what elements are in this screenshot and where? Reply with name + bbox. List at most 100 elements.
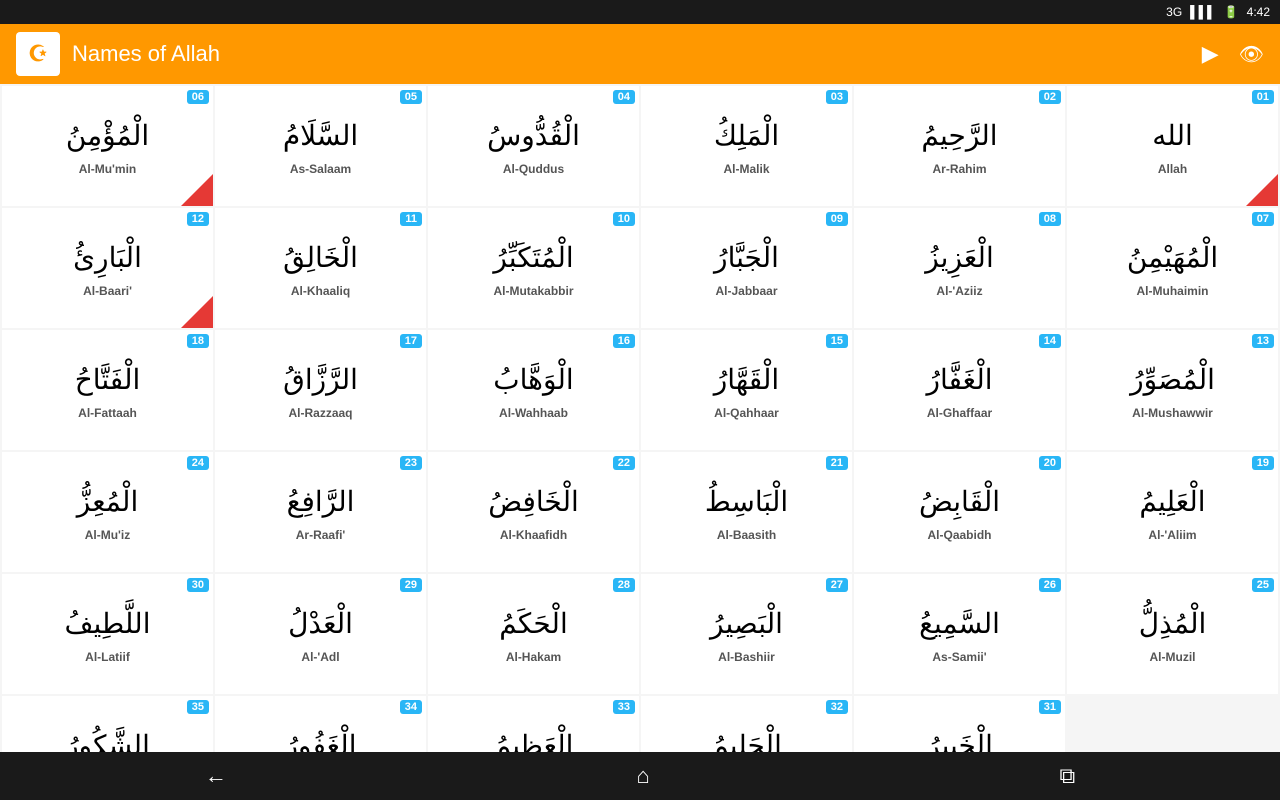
- arabic-text-1: الله: [1152, 118, 1193, 154]
- arabic-text-22: الْخَافِضُ: [488, 484, 579, 520]
- transliteration-19: Al-'Aliim: [1148, 528, 1196, 542]
- transliteration-9: Al-Jabbaar: [715, 284, 777, 298]
- transliteration-20: Al-Qaabidh: [927, 528, 991, 542]
- name-card-6[interactable]: 06الْمُؤْمِنُAl-Mu'min: [2, 86, 213, 206]
- transliteration-16: Al-Wahhaab: [499, 406, 568, 420]
- transliteration-18: Al-Fattaah: [78, 406, 137, 420]
- arabic-text-34: الْغَفُورُ: [285, 728, 357, 752]
- arabic-text-9: الْجَبَّارُ: [714, 240, 779, 276]
- card-number-23: 23: [400, 456, 422, 470]
- name-card-1[interactable]: 01اللهAllah: [1067, 86, 1278, 206]
- name-card-2[interactable]: 02 الرَّحِيمُ Ar-Rahim: [854, 86, 1065, 206]
- name-card-32[interactable]: 32الْحَلِيمُAl-Haliim: [641, 696, 852, 752]
- arabic-text-10: الْمُتَكَبِّرُ: [493, 240, 573, 276]
- arabic-text-32: الْحَلِيمُ: [711, 728, 782, 752]
- name-card-19[interactable]: 19الْعَلِيمُAl-'Aliim: [1067, 452, 1278, 572]
- transliteration-24: Al-Mu'iz: [85, 528, 131, 542]
- name-card-7[interactable]: 07الْمُهَيْمِنُAl-Muhaimin: [1067, 208, 1278, 328]
- app-bar: ☪ Names of Allah ▶ 👁: [0, 24, 1280, 84]
- name-card-20[interactable]: 20الْقَابِضُAl-Qaabidh: [854, 452, 1065, 572]
- arabic-text-11: الْخَالِقُ: [283, 240, 358, 276]
- name-card-12[interactable]: 12الْبَارِئُAl-Baari': [2, 208, 213, 328]
- name-card-9[interactable]: 09 الْجَبَّارُ Al-Jabbaar: [641, 208, 852, 328]
- play-button[interactable]: ▶: [1202, 41, 1219, 67]
- name-card-22[interactable]: 22الْخَافِضُAl-Khaafidh: [428, 452, 639, 572]
- card-number-14: 14: [1039, 334, 1061, 348]
- name-card-4[interactable]: 04الْقُدُّوسُAl-Quddus: [428, 86, 639, 206]
- transliteration-10: Al-Mutakabbir: [493, 284, 573, 298]
- name-card-18[interactable]: 18الْفَتَّاحُAl-Fattaah: [2, 330, 213, 450]
- bottom-nav-bar: ← ⌂ ⧉: [0, 752, 1280, 800]
- card-number-6: 06: [187, 90, 209, 104]
- arabic-text-8: الْعَزِيزُ: [925, 240, 994, 276]
- arabic-text-20: الْقَابِضُ: [919, 484, 1000, 520]
- name-card-35[interactable]: 35الشَّكُورُAsh-Shakuur: [2, 696, 213, 752]
- name-card-29[interactable]: 29الْعَدْلُAl-'Adl: [215, 574, 426, 694]
- status-bar: 3G ▌▌▌ 🔋 4:42: [0, 0, 1280, 24]
- card-number-33: 33: [613, 700, 635, 714]
- arabic-text-24: الْمُعِزُّ: [77, 484, 138, 520]
- name-card-17[interactable]: 17الرَّزَّاقُAl-Razzaaq: [215, 330, 426, 450]
- card-number-7: 07: [1252, 212, 1274, 226]
- arabic-text-13: الْمُصَوِّرُ: [1130, 362, 1215, 398]
- transliteration-26: As-Samii': [932, 650, 986, 664]
- name-card-31[interactable]: 31الْخَبِيرُAl-Khabiir: [854, 696, 1065, 752]
- name-card-21[interactable]: 21الْبَاسِطُAl-Baasith: [641, 452, 852, 572]
- card-number-10: 10: [613, 212, 635, 226]
- name-card-28[interactable]: 28الْحَكَمُAl-Hakam: [428, 574, 639, 694]
- arabic-text-31: الْخَبِيرُ: [926, 728, 993, 752]
- transliteration-12: Al-Baari': [83, 284, 132, 298]
- card-number-9: 09: [826, 212, 848, 226]
- arabic-text-33: الْعَظِيمُ: [494, 728, 574, 752]
- card-number-22: 22: [613, 456, 635, 470]
- card-number-35: 35: [187, 700, 209, 714]
- name-card-13[interactable]: 13الْمُصَوِّرُAl-Mushawwir: [1067, 330, 1278, 450]
- transliteration-8: Al-'Aziiz: [936, 284, 982, 298]
- transliteration-4: Al-Quddus: [503, 162, 564, 176]
- card-number-17: 17: [400, 334, 422, 348]
- name-card-25[interactable]: 25الْمُذِلُّAl-Muzil: [1067, 574, 1278, 694]
- name-card-27[interactable]: 27الْبَصِيرُAl-Bashiir: [641, 574, 852, 694]
- card-number-12: 12: [187, 212, 209, 226]
- name-card-5[interactable]: 05السَّلَامُAs-Salaam: [215, 86, 426, 206]
- network-indicator: 3G: [1166, 5, 1182, 19]
- battery-indicator: 🔋: [1224, 5, 1239, 19]
- name-card-15[interactable]: 15الْقَهَّارُAl-Qahhaar: [641, 330, 852, 450]
- name-card-8[interactable]: 08الْعَزِيزُAl-'Aziiz: [854, 208, 1065, 328]
- back-button[interactable]: ←: [185, 763, 247, 789]
- card-number-2: 02: [1039, 90, 1061, 104]
- name-card-16[interactable]: 16الْوَهَّابُAl-Wahhaab: [428, 330, 639, 450]
- name-card-26[interactable]: 26السَّمِيعُAs-Samii': [854, 574, 1065, 694]
- name-card-34[interactable]: 34الْغَفُورُAl-Ghafuur: [215, 696, 426, 752]
- card-number-15: 15: [826, 334, 848, 348]
- card-number-18: 18: [187, 334, 209, 348]
- name-card-30[interactable]: 30اللَّطِيفُAl-Latiif: [2, 574, 213, 694]
- name-card-23[interactable]: 23الرَّافِعُAr-Raafi': [215, 452, 426, 572]
- transliteration-30: Al-Latiif: [85, 650, 130, 664]
- name-card-33[interactable]: 33الْعَظِيمُAl-'Adhiim: [428, 696, 639, 752]
- card-number-24: 24: [187, 456, 209, 470]
- arabic-text-17: الرَّزَّاقُ: [283, 362, 358, 398]
- card-number-4: 04: [613, 90, 635, 104]
- transliteration-2: Ar-Rahim: [932, 162, 986, 176]
- name-card-14[interactable]: 14الْغَفَّارُAl-Ghaffaar: [854, 330, 1065, 450]
- transliteration-29: Al-'Adl: [301, 650, 339, 664]
- name-card-10[interactable]: 10 الْمُتَكَبِّرُ Al-Mutakabbir: [428, 208, 639, 328]
- name-card-3[interactable]: 03الْمَلِكُAl-Malik: [641, 86, 852, 206]
- name-card-24[interactable]: 24 الْمُعِزُّ Al-Mu'iz: [2, 452, 213, 572]
- home-button[interactable]: ⌂: [616, 763, 669, 789]
- card-number-32: 32: [826, 700, 848, 714]
- arabic-text-30: اللَّطِيفُ: [65, 606, 151, 642]
- arabic-text-2: الرَّحِيمُ: [921, 118, 997, 154]
- card-number-1: 01: [1252, 90, 1274, 104]
- arabic-text-26: السَّمِيعُ: [919, 606, 1000, 642]
- arabic-text-29: الْعَدْلُ: [288, 606, 353, 642]
- recent-apps-button[interactable]: ⧉: [1039, 763, 1095, 789]
- eye-button[interactable]: 👁: [1239, 42, 1264, 67]
- app-icon: ☪: [16, 32, 60, 76]
- card-number-25: 25: [1252, 578, 1274, 592]
- star-badge-12: [181, 296, 213, 328]
- clock: 4:42: [1247, 5, 1270, 19]
- transliteration-3: Al-Malik: [723, 162, 769, 176]
- name-card-11[interactable]: 11الْخَالِقُAl-Khaaliq: [215, 208, 426, 328]
